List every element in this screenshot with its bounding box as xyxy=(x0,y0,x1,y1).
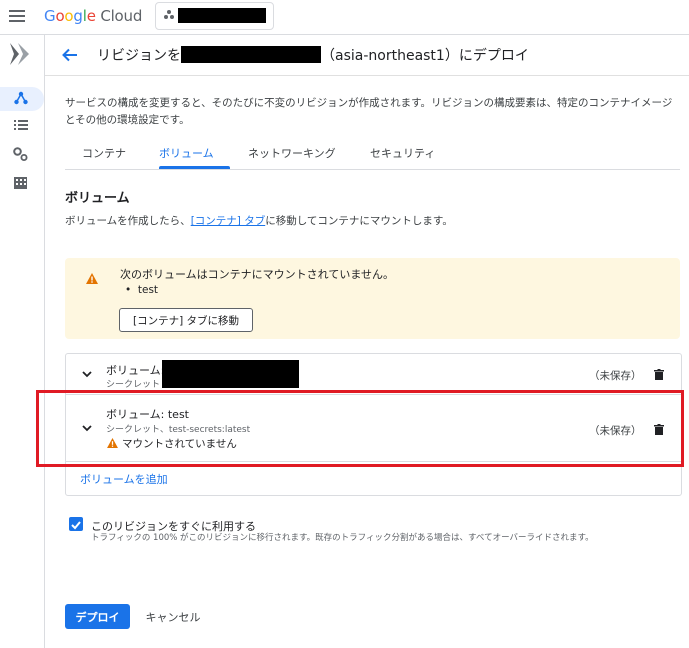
unsaved-status: （未保存） xyxy=(589,370,642,382)
warning-item: • test xyxy=(125,284,159,296)
active-tab-indicator xyxy=(159,166,230,169)
warning-icon xyxy=(86,273,98,284)
highlight-box xyxy=(36,390,684,467)
page-title: リビジョンを （asia-northeast1）にデプロイ xyxy=(97,46,529,64)
services-icon[interactable] xyxy=(14,91,28,105)
volumes-description: ボリュームを作成したら、[コンテナ] タブに移動してコンテナにマウントします。 xyxy=(65,215,453,227)
go-to-container-tab-button[interactable]: [コンテナ] タブに移動 xyxy=(119,308,253,332)
domain-building-icon[interactable] xyxy=(14,176,27,189)
check-icon xyxy=(71,521,81,530)
serve-now-checkbox[interactable] xyxy=(69,517,83,531)
google-cloud-logo[interactable]: Google Cloud xyxy=(44,7,142,25)
warning-message: 次のボリュームはコンテナにマウントされていません。 xyxy=(120,268,395,281)
redacted-volume-name xyxy=(162,360,299,388)
container-tab-link[interactable]: [コンテナ] タブ xyxy=(191,215,266,227)
unmounted-volumes-warning: 次のボリュームはコンテナにマウントされていません。 • test [コンテナ] … xyxy=(65,258,680,339)
volume-row[interactable]: ボリューム: シークレット （未保存） xyxy=(66,354,681,395)
tab-security[interactable]: セキュリティ xyxy=(370,145,435,161)
tab-container[interactable]: コンテナ xyxy=(82,145,126,161)
tab-bar: コンテナ ボリューム ネットワーキング セキュリティ xyxy=(65,143,680,170)
back-arrow-icon[interactable] xyxy=(61,46,79,64)
add-volume-button[interactable]: ボリュームを追加 xyxy=(80,471,168,487)
project-picker-button[interactable] xyxy=(155,2,274,30)
tab-volumes[interactable]: ボリューム xyxy=(159,145,214,161)
left-nav-rail xyxy=(0,35,45,648)
list-icon[interactable] xyxy=(14,119,28,131)
redacted-project-name xyxy=(178,8,266,23)
delete-icon[interactable] xyxy=(654,369,664,380)
menu-icon[interactable] xyxy=(9,10,25,22)
page-description: サービスの構成を変更すると、そのたびに不変のリビジョンが作成されます。リビジョン… xyxy=(65,97,673,126)
redacted-service-name xyxy=(181,46,321,63)
tab-networking[interactable]: ネットワーキング xyxy=(248,145,336,161)
volumes-heading: ボリューム xyxy=(65,191,130,206)
deploy-button[interactable]: デプロイ xyxy=(65,604,130,629)
project-icon xyxy=(164,10,174,20)
serve-now-sublabel: トラフィックの 100% がこのリビジョンに移行されます。既存のトラフィック分割… xyxy=(91,533,594,543)
top-app-bar: Google Cloud xyxy=(0,0,689,35)
cloud-run-logo-icon xyxy=(10,43,29,65)
chevron-down-icon[interactable] xyxy=(82,371,92,378)
page-header: リビジョンを （asia-northeast1）にデプロイ xyxy=(45,35,689,76)
cancel-button[interactable]: キャンセル xyxy=(137,604,209,629)
settings-gears-icon[interactable] xyxy=(13,147,28,161)
